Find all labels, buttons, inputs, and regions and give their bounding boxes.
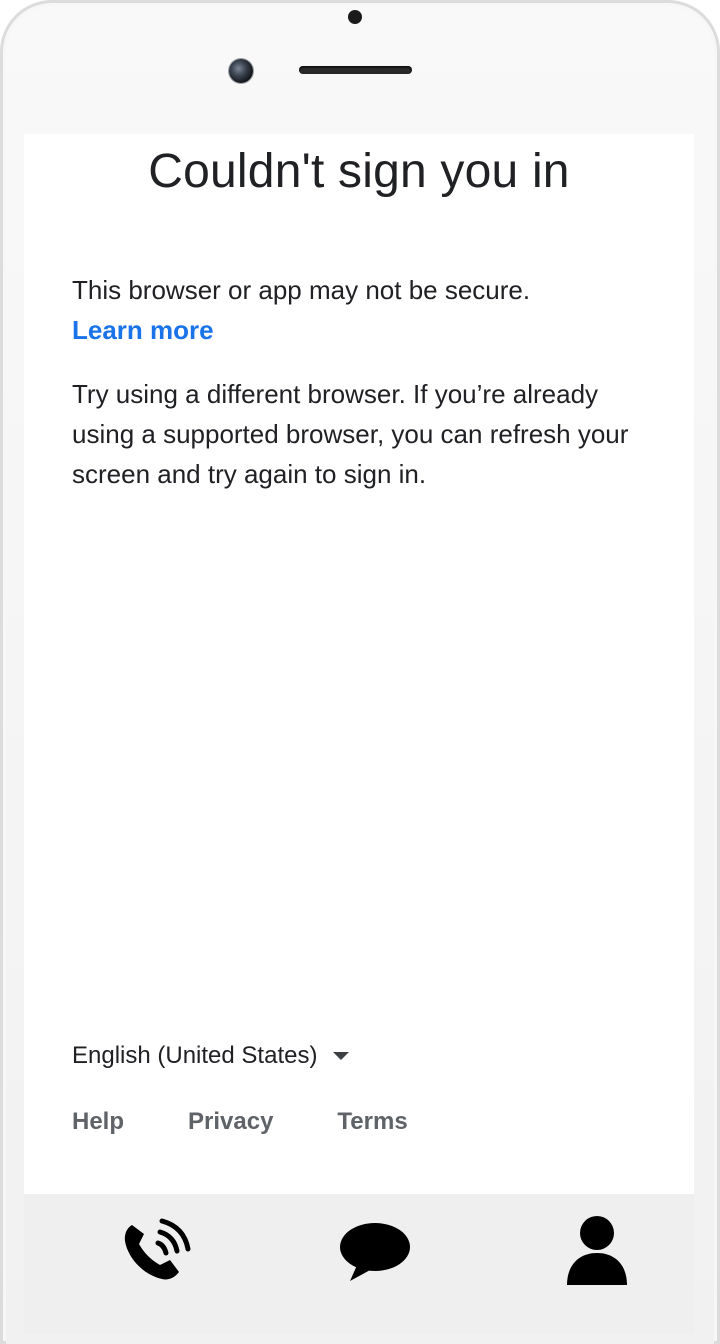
caret-down-icon (333, 1052, 350, 1060)
front-camera-icon (229, 59, 253, 83)
footer-links: Help Privacy Terms (72, 1102, 472, 1142)
chat-button[interactable] (335, 1210, 415, 1290)
security-warning-text: This browser or app may not be secure. (72, 275, 531, 305)
privacy-link[interactable]: Privacy (188, 1108, 273, 1136)
proximity-sensor (348, 10, 362, 24)
learn-more-link[interactable]: Learn more (72, 310, 214, 350)
terms-link[interactable]: Terms (337, 1108, 407, 1136)
help-link[interactable]: Help (72, 1108, 124, 1136)
call-button[interactable] (115, 1210, 195, 1290)
profile-button[interactable] (557, 1210, 637, 1290)
phone-call-icon (124, 1218, 191, 1280)
language-selector[interactable]: English (United States) (72, 1036, 350, 1076)
person-icon (567, 1216, 627, 1285)
bottom-action-bar (24, 1194, 694, 1334)
chat-bubble-icon (340, 1223, 410, 1281)
phone-frame: Couldn't sign you in This browser or app… (0, 0, 720, 1344)
signin-error-screen: Couldn't sign you in This browser or app… (24, 134, 694, 1194)
page-title: Couldn't sign you in (148, 145, 570, 198)
language-label: English (United States) (72, 1042, 318, 1069)
earpiece-speaker (299, 66, 412, 74)
instructions-text: Try using a different browser. If you’re… (72, 379, 629, 489)
